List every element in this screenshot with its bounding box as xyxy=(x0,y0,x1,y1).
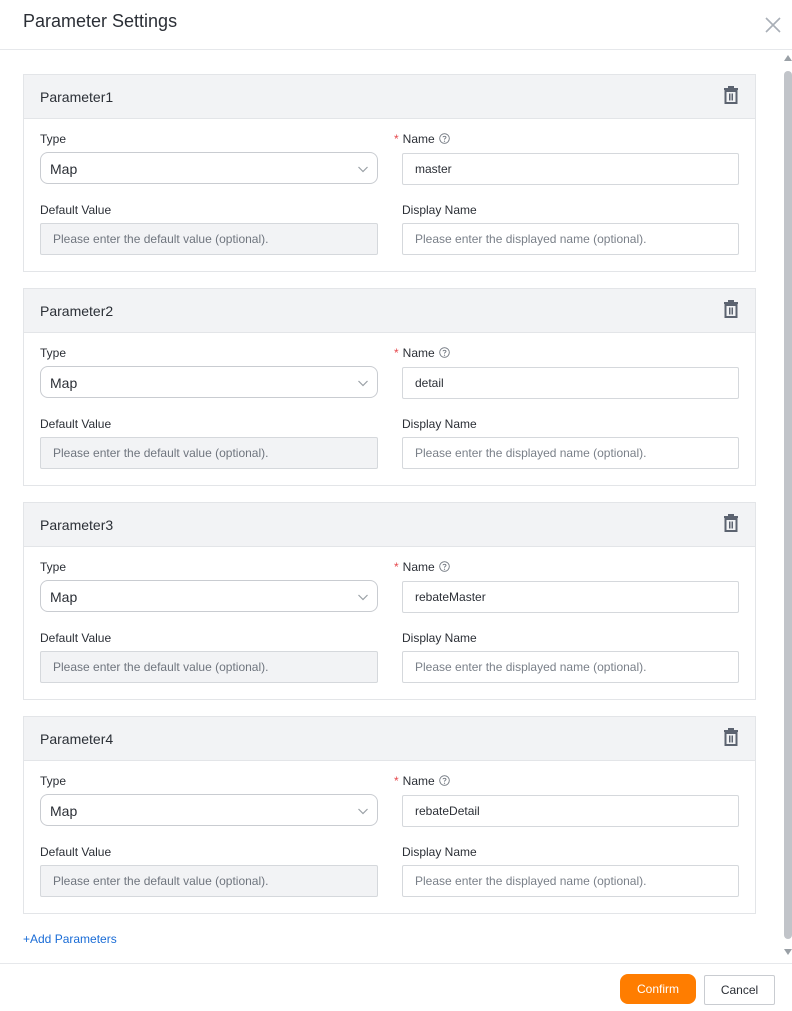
default-value-label: Default Value xyxy=(40,845,112,859)
chevron-down-icon xyxy=(358,166,368,173)
default-value-input xyxy=(40,865,378,897)
parameter-list: Parameter1 Type *Name Map Default Value … xyxy=(0,51,792,962)
type-label: Type xyxy=(40,560,67,574)
display-name-label: Display Name xyxy=(402,845,477,859)
type-select[interactable]: Map xyxy=(40,152,378,184)
name-label-text: Name xyxy=(402,560,435,574)
name-label: * Name xyxy=(394,346,450,360)
chevron-down-icon xyxy=(358,808,368,815)
default-value-label: Default Value xyxy=(40,203,112,217)
scrollbar-thumb[interactable] xyxy=(784,71,792,939)
required-mark: * xyxy=(394,774,399,788)
type-select-value: Map xyxy=(50,161,78,177)
type-label: Type xyxy=(40,774,67,788)
name-input[interactable] xyxy=(402,367,739,399)
default-value-input xyxy=(40,223,378,255)
trash-icon[interactable] xyxy=(723,86,739,104)
name-label-text: Name xyxy=(402,132,435,146)
trash-icon[interactable] xyxy=(723,728,739,746)
default-value-input xyxy=(40,651,378,683)
dialog-header: Parameter Settings xyxy=(0,0,792,50)
display-name-input[interactable] xyxy=(402,437,739,469)
required-mark: * xyxy=(394,560,399,574)
question-circle-icon[interactable] xyxy=(438,561,450,572)
display-name-label: Display Name xyxy=(402,203,477,217)
parameter-card-header: Parameter3 xyxy=(24,503,755,547)
scrollbar[interactable] xyxy=(782,55,792,955)
name-label-text: Name xyxy=(402,774,435,788)
parameter-card-header: Parameter2 xyxy=(24,289,755,333)
type-select-value: Map xyxy=(50,375,78,391)
default-value-label: Default Value xyxy=(40,631,112,645)
dialog-footer: Confirm Cancel xyxy=(0,963,792,1011)
parameter-title: Parameter3 xyxy=(40,517,114,533)
cancel-button[interactable]: Cancel xyxy=(704,975,775,1005)
type-select[interactable]: Map xyxy=(40,366,378,398)
type-label: Type xyxy=(40,132,67,146)
parameter-card-header: Parameter4 xyxy=(24,717,755,761)
required-mark: * xyxy=(394,346,399,360)
type-select-value: Map xyxy=(50,803,78,819)
type-select[interactable]: Map xyxy=(40,794,378,826)
chevron-down-icon xyxy=(358,380,368,387)
close-icon[interactable] xyxy=(763,15,783,35)
trash-icon[interactable] xyxy=(723,514,739,532)
question-circle-icon[interactable] xyxy=(438,347,450,358)
confirm-button[interactable]: Confirm xyxy=(620,974,696,1004)
type-label: Type xyxy=(40,346,67,360)
type-select[interactable]: Map xyxy=(40,580,378,612)
display-name-input[interactable] xyxy=(402,651,739,683)
display-name-input[interactable] xyxy=(402,865,739,897)
question-circle-icon[interactable] xyxy=(438,775,450,786)
parameter-title: Parameter1 xyxy=(40,89,114,105)
parameter-card: Parameter1 Type *Name Map Default Value … xyxy=(23,74,756,272)
default-value-input xyxy=(40,437,378,469)
question-circle-icon[interactable] xyxy=(438,133,450,144)
name-label: * Name xyxy=(394,774,450,788)
name-label-text: Name xyxy=(402,346,435,360)
name-label: * Name xyxy=(394,560,450,574)
name-input[interactable] xyxy=(402,153,739,185)
name-input[interactable] xyxy=(402,581,739,613)
parameter-card: Parameter2 Type *Name Map Default Value … xyxy=(23,288,756,486)
display-name-label: Display Name xyxy=(402,417,477,431)
chevron-down-icon xyxy=(358,594,368,601)
parameter-card: Parameter4 Type *Name Map Default Value … xyxy=(23,716,756,914)
parameter-card: Parameter3 Type *Name Map Default Value … xyxy=(23,502,756,700)
name-label: * Name xyxy=(394,132,450,146)
default-value-label: Default Value xyxy=(40,417,112,431)
trash-icon[interactable] xyxy=(723,300,739,318)
scroll-down-arrow-icon[interactable] xyxy=(784,949,792,955)
scroll-up-arrow-icon[interactable] xyxy=(784,55,792,61)
parameter-title: Parameter4 xyxy=(40,731,114,747)
parameter-card-header: Parameter1 xyxy=(24,75,755,119)
required-mark: * xyxy=(394,132,399,146)
add-parameters-link[interactable]: +Add Parameters xyxy=(23,932,117,946)
display-name-input[interactable] xyxy=(402,223,739,255)
type-select-value: Map xyxy=(50,589,78,605)
display-name-label: Display Name xyxy=(402,631,477,645)
dialog-title: Parameter Settings xyxy=(23,11,178,31)
parameter-title: Parameter2 xyxy=(40,303,114,319)
name-input[interactable] xyxy=(402,795,739,827)
